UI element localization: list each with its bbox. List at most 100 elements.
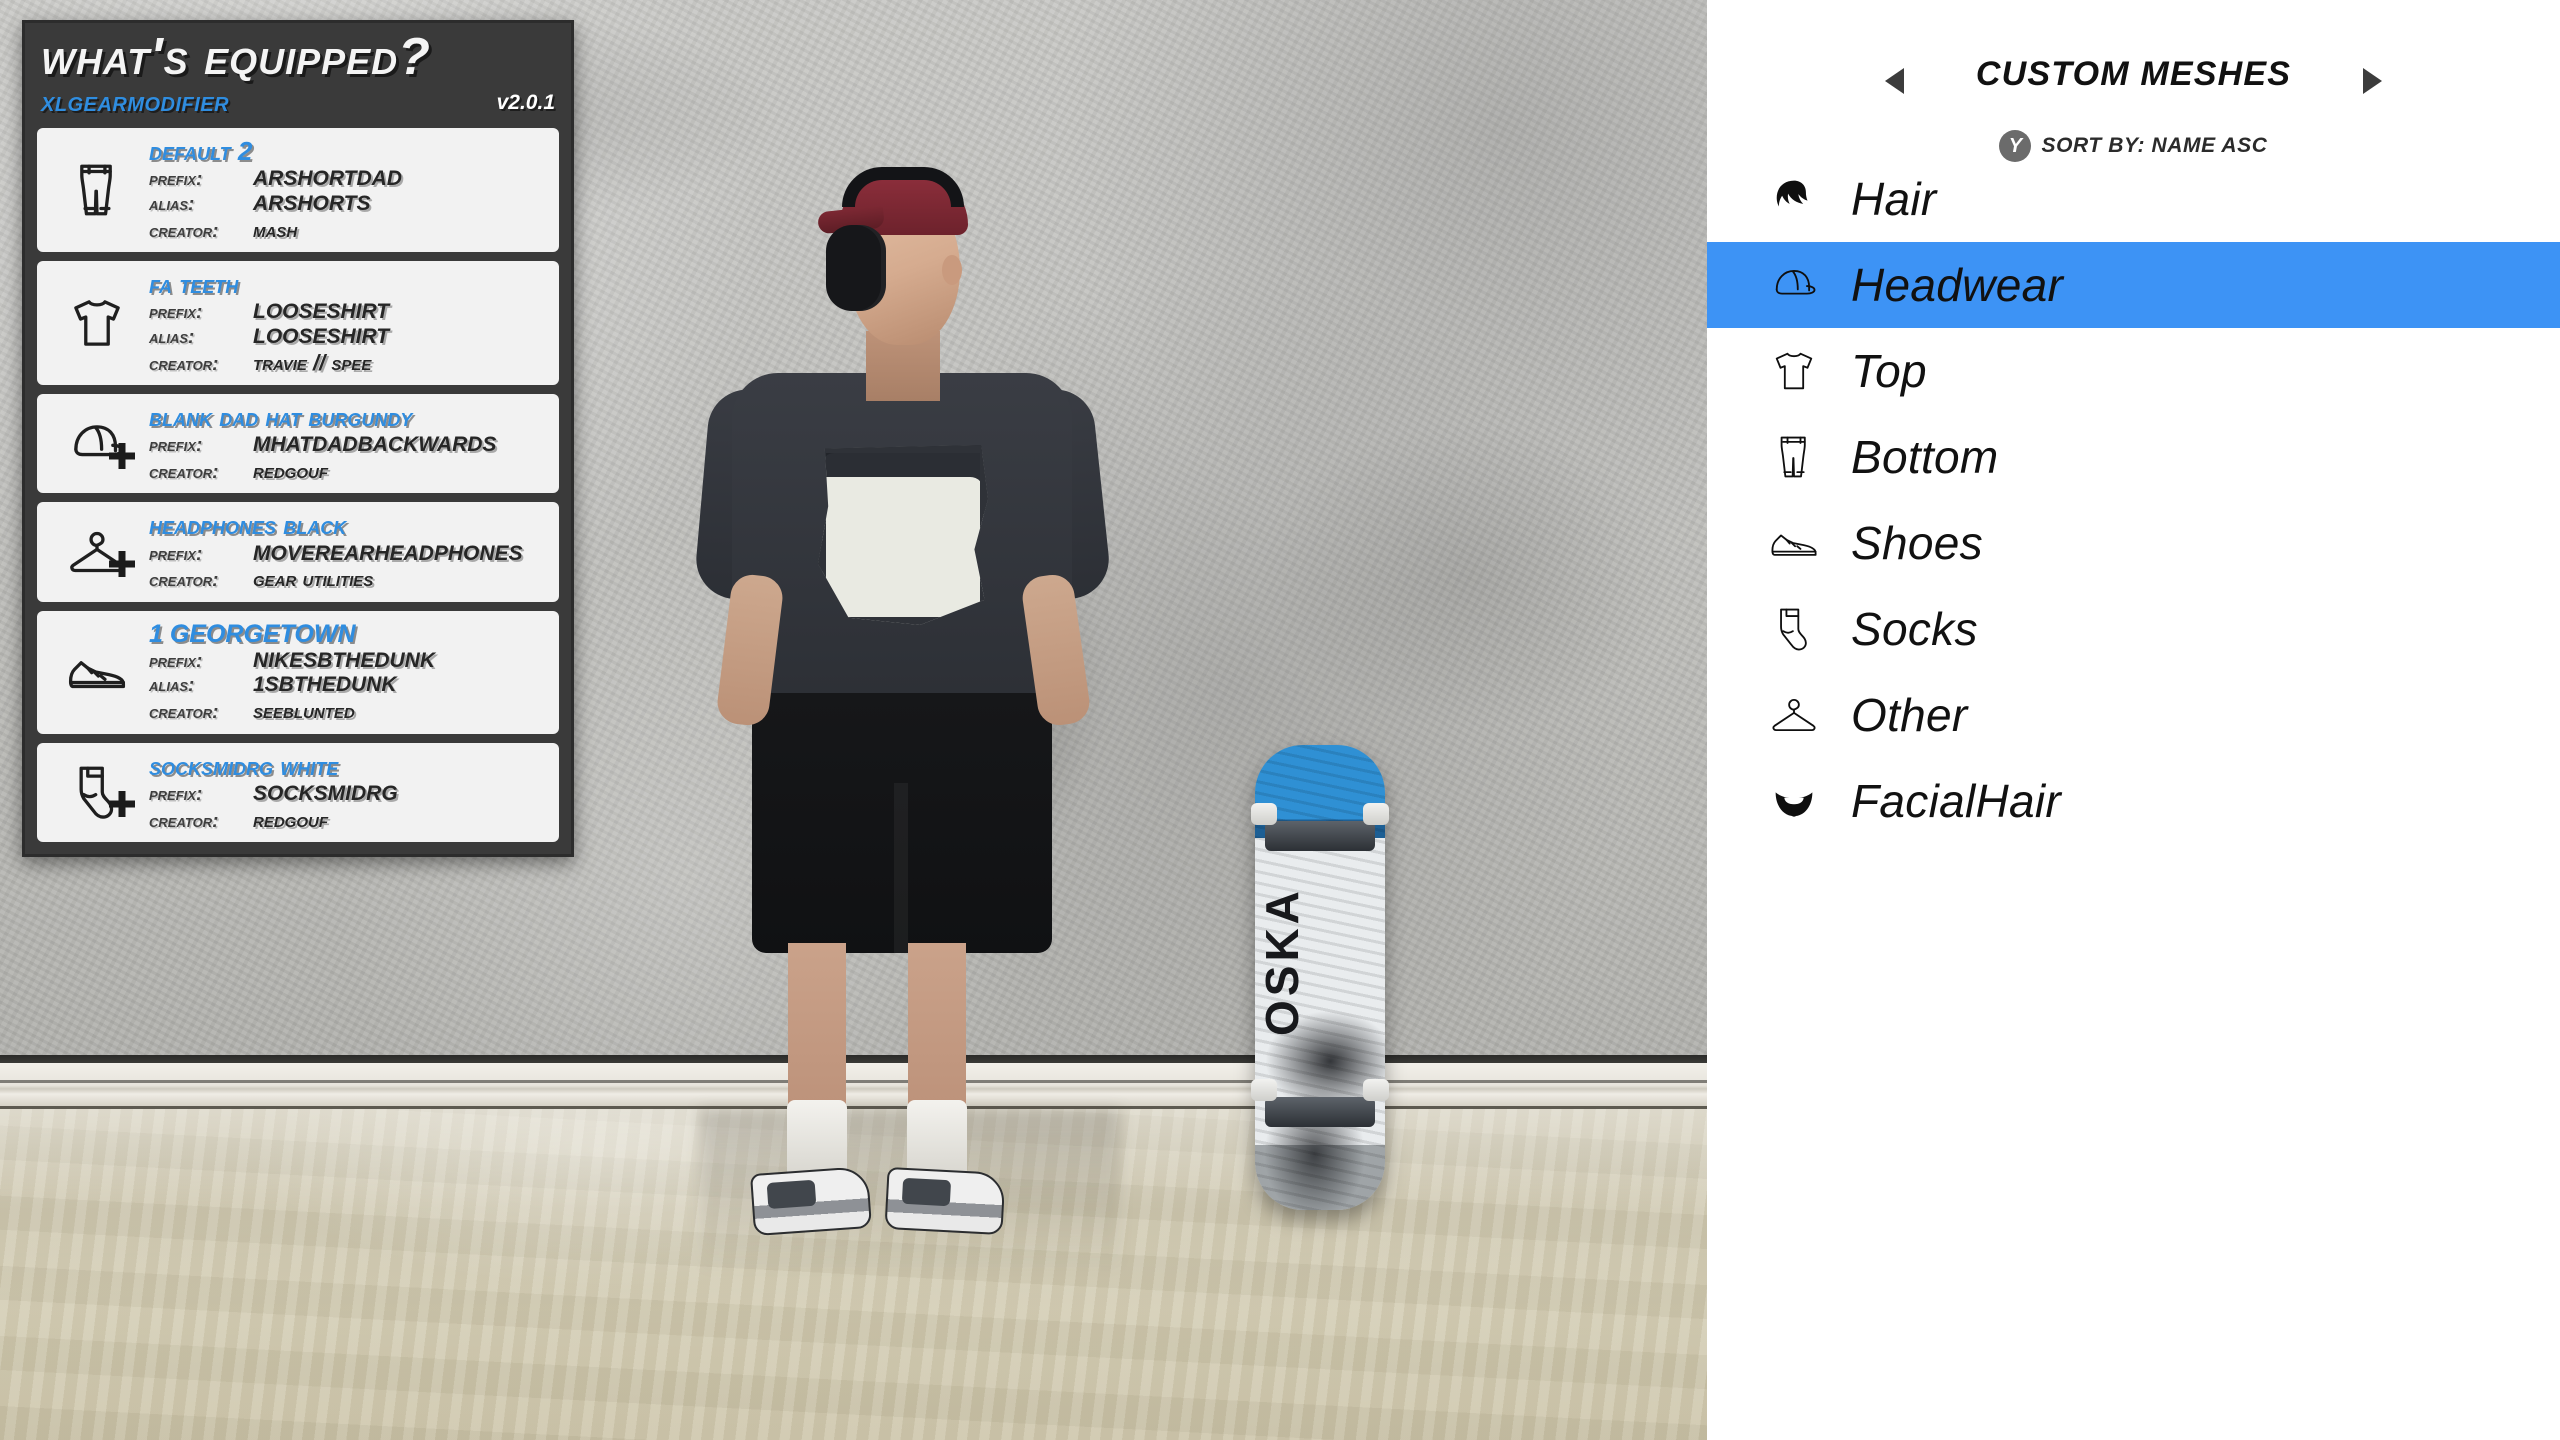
cap-icon (51, 411, 143, 477)
headphones-band (842, 167, 964, 207)
menu-item-label: FacialHair (1851, 775, 2062, 827)
skateboard-truck-bottom (1265, 1097, 1375, 1127)
creator-label-row: Creator: Travie // Spee (149, 350, 549, 376)
panel-title: CUSTOM MESHES (1975, 55, 2292, 93)
prefix-label-row: Prefix: NIKESBTHEDUNK (149, 649, 549, 674)
skateboard-wheel (1251, 1079, 1277, 1101)
alias-label: Alias: (149, 193, 195, 215)
gear-name: 1 GEORGETOWN (149, 619, 356, 648)
menu-item-hair[interactable]: Hair (1707, 156, 2560, 242)
character-shorts (752, 653, 1052, 953)
gear-name: Headphones Black (149, 510, 347, 541)
skateboard-wheel (1363, 1079, 1389, 1101)
alias-label-row: Alias: ARSHORTS (149, 192, 549, 217)
prefix-value: ARSHORTDAD (253, 167, 402, 191)
y-button-icon[interactable]: Y (1999, 130, 2032, 162)
version-label: v2.0.1 (496, 91, 555, 115)
prefix-label-row: Prefix: MOVEREARHEADPHONES (149, 542, 549, 567)
equipped-card: Default 2 Prefix: ARSHORTDAD Alias: ARSHORTS… (37, 128, 559, 253)
menu-item-bottom[interactable]: Bottom (1707, 414, 2560, 500)
character-shoe-left (749, 1165, 873, 1237)
creator-label: Creator: (149, 462, 219, 483)
character-sock-left (787, 1100, 847, 1178)
whats-equipped-panel: What's Equipped? XLGearModifier v2.0.1 D… (22, 20, 574, 857)
pants-icon (1763, 430, 1825, 484)
alias-value: LOOSESHIRT (253, 324, 390, 348)
creator-value: Gear Utilities (253, 566, 374, 592)
equipped-card-body: Blank Dad Hat Burgundy Prefix: MHATDADBACK… (149, 403, 549, 484)
creator-label: Creator: (149, 702, 219, 724)
beard-icon (1763, 774, 1825, 828)
prefix-label: Prefix: (149, 302, 203, 324)
prefix-label-row: Prefix: LOOSESHIRT (149, 300, 549, 325)
equipped-card-body: Default 2 Prefix: ARSHORTDAD Alias: ARSHORTS… (149, 136, 549, 243)
plus-badge-icon (107, 789, 137, 819)
equipped-card: 1 GEORGETOWN Prefix: NIKESBTHEDUNK Alias: 1S… (37, 610, 559, 734)
mod-name-label: XLGearModifier (41, 86, 230, 118)
creator-label-row: Creator: Gear Utilities (149, 566, 549, 592)
tshirt-icon (1763, 344, 1825, 398)
creator-value: Redgouf (253, 458, 328, 483)
skateboard-wheel (1251, 803, 1277, 825)
custom-meshes-panel: CUSTOM MESHES Y SORT BY: NAME ASC Hair He… (1707, 0, 2560, 1440)
plus-badge-icon (107, 441, 137, 471)
panel-header: CUSTOM MESHES Y SORT BY: NAME ASC (1707, 0, 2560, 162)
skateboard-truck-top (1265, 821, 1375, 851)
creator-label: Creator: (149, 353, 219, 375)
character-model (690, 105, 1113, 1325)
creator-value: Seeblunted (253, 698, 355, 724)
menu-item-facialhair[interactable]: FacialHair (1707, 758, 2560, 844)
headphones-earcup (826, 225, 886, 311)
menu-item-label: Hair (1851, 173, 1937, 225)
creator-label: Creator: (149, 220, 219, 242)
prefix-label: Prefix: (149, 783, 203, 805)
menu-item-shoes[interactable]: Shoes (1707, 500, 2560, 586)
menu-item-top[interactable]: Top (1707, 328, 2560, 414)
hair-icon (1763, 172, 1825, 226)
tshirt-icon (51, 290, 143, 356)
skateboard: OSKA (1251, 745, 1389, 1210)
prefix-label-row: Prefix: ARSHORTDAD (149, 167, 549, 192)
equipped-card-body: SocksMidRG White Prefix: SOCKSMIDRG Creator… (149, 750, 549, 833)
creator-label-row: Creator: Mash (149, 217, 549, 243)
menu-item-headwear[interactable]: Headwear (1707, 242, 2560, 328)
creator-label-row: Creator: Redgouf (149, 807, 549, 833)
menu-item-label: Socks (1851, 603, 1978, 655)
tshirt-graphic (818, 445, 988, 625)
alias-value: 1SBTHEDUNK (253, 673, 397, 697)
pants-icon (51, 157, 143, 223)
prefix-value: MHATDADBACKWARDS (253, 433, 497, 457)
equipped-card-list: Default 2 Prefix: ARSHORTDAD Alias: ARSHORTS… (25, 128, 571, 854)
prefix-value: SOCKSMIDRG (253, 781, 398, 805)
equipped-card-body: FA Teeth Prefix: LOOSESHIRT Alias: LOOSESHIR… (149, 269, 549, 376)
character-sock-right (907, 1100, 967, 1178)
creator-label-row: Creator: Seeblunted (149, 698, 549, 724)
creator-value: Redgouf (253, 806, 328, 832)
equipped-card: SocksMidRG White Prefix: SOCKSMIDRG Creator… (37, 742, 559, 842)
prefix-label-row: Prefix: MHATDADBACKWARDS (149, 433, 549, 458)
gear-name: SocksMidRG White (149, 750, 339, 781)
prefix-value: LOOSESHIRT (253, 300, 390, 324)
socks-icon (1763, 602, 1825, 656)
sort-control[interactable]: Y SORT BY: NAME ASC (1707, 130, 2560, 162)
alias-label: Alias: (149, 675, 195, 697)
equipped-card: Blank Dad Hat Burgundy Prefix: MHATDADBACK… (37, 394, 559, 494)
gear-name: FA Teeth (149, 269, 239, 300)
creator-value: Mash (253, 216, 298, 242)
character-leg-left (788, 943, 846, 1123)
hanger-icon (1763, 688, 1825, 742)
socks-icon (51, 759, 143, 825)
alias-value: ARSHORTS (253, 191, 371, 215)
menu-item-socks[interactable]: Socks (1707, 586, 2560, 672)
alias-label: Alias: (149, 326, 195, 348)
gear-name: Blank Dad Hat Burgundy (149, 402, 413, 433)
right-arrow-icon[interactable] (2363, 68, 2382, 94)
creator-label-row: Creator: Redgouf (149, 458, 549, 484)
screen-root: OSKA What's Equipped? XLGearModifier v2.… (0, 0, 2560, 1440)
prefix-label: Prefix: (149, 650, 203, 672)
hud-subtitle-row: XLGearModifier v2.0.1 (41, 86, 555, 118)
menu-item-other[interactable]: Other (1707, 672, 2560, 758)
menu-item-label: Bottom (1851, 431, 1999, 483)
gear-name: Default 2 (149, 136, 253, 167)
equipped-card-body: Headphones Black Prefix: MOVEREARHEADPHONE… (149, 511, 549, 592)
